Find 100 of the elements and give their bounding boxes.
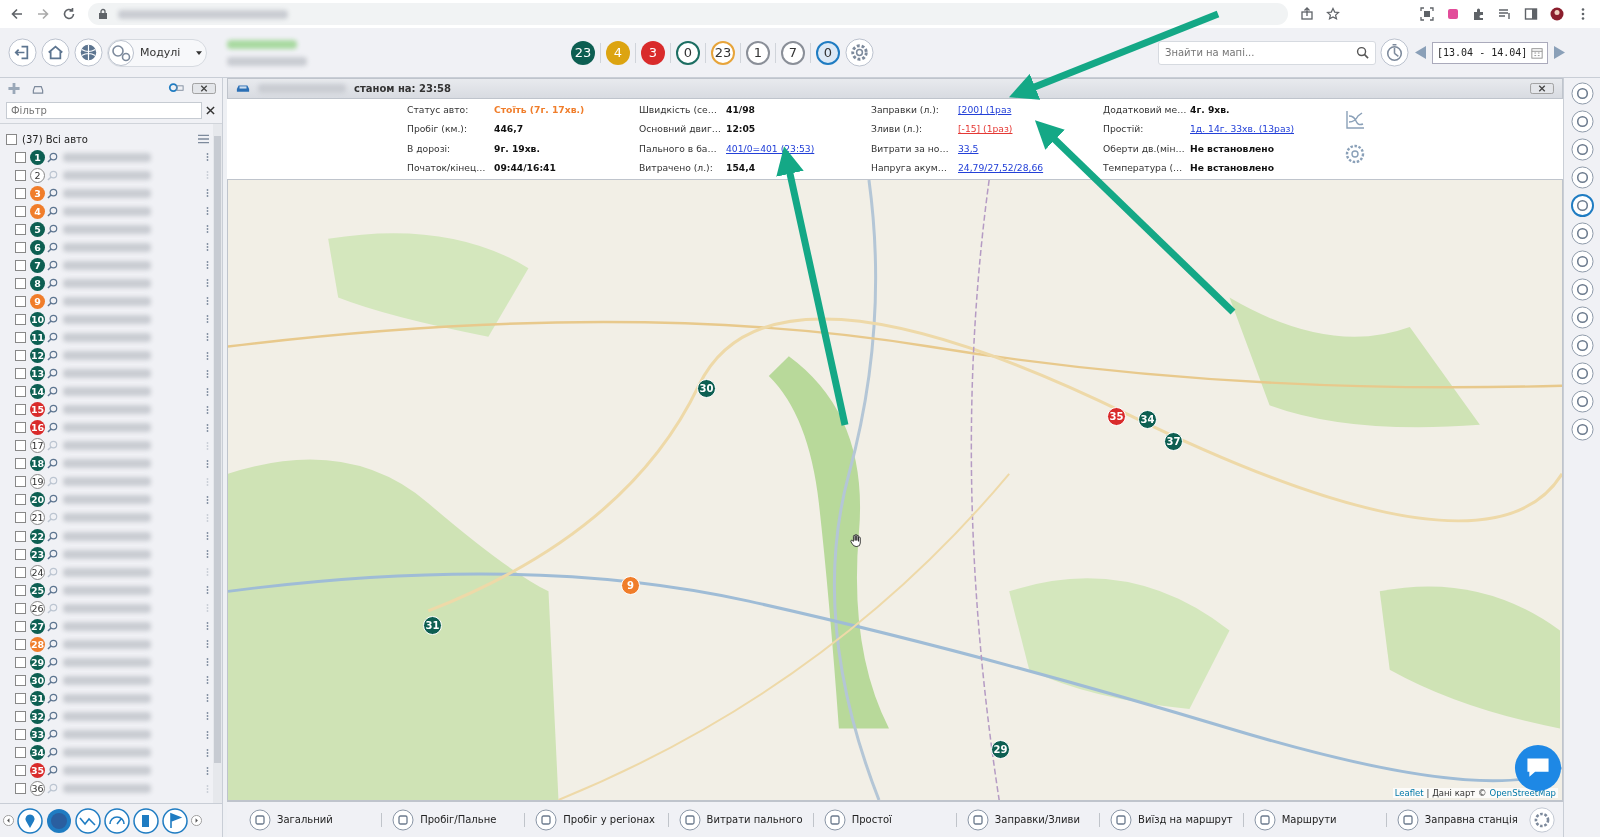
date-range-field[interactable]: [13.04 - 14.04] — [1432, 41, 1549, 64]
locate-icon[interactable] — [47, 332, 58, 343]
close-icon[interactable] — [192, 82, 216, 94]
attribution-link[interactable]: OpenStreetMap — [1489, 788, 1556, 798]
report-tab[interactable]: Загальний — [249, 808, 372, 831]
locate-icon[interactable] — [47, 584, 58, 596]
map-tool-icon[interactable] — [1570, 82, 1594, 105]
checkbox[interactable] — [15, 368, 26, 380]
more-icon[interactable] — [206, 494, 209, 505]
more-icon[interactable] — [206, 675, 209, 686]
report-tab[interactable]: Маршрути — [1253, 808, 1376, 831]
timer-icon[interactable] — [1380, 38, 1409, 67]
more-icon[interactable] — [206, 404, 209, 415]
map-tool-icon[interactable] — [1570, 110, 1594, 133]
more-icon[interactable] — [206, 549, 209, 560]
more-icon[interactable] — [206, 729, 209, 740]
map-tool-icon[interactable] — [1570, 362, 1594, 385]
locate-icon[interactable] — [47, 313, 58, 325]
report-tab[interactable]: Заправна станція — [1396, 808, 1519, 831]
more-icon[interactable] — [206, 260, 209, 271]
locate-icon[interactable] — [47, 692, 58, 704]
map-tool-icon[interactable] — [1570, 250, 1594, 273]
more-icon[interactable] — [206, 422, 209, 433]
locate-icon[interactable] — [47, 494, 58, 506]
map-search-field[interactable]: Знайти на мапі... — [1158, 40, 1376, 65]
checkbox[interactable] — [15, 295, 26, 307]
checkbox[interactable] — [15, 313, 26, 325]
checkbox[interactable] — [15, 530, 26, 542]
map-tool-icon[interactable] — [1570, 166, 1594, 189]
checkbox[interactable] — [15, 404, 26, 416]
checkbox[interactable] — [15, 692, 26, 704]
all-vehicles-label[interactable]: (37) Всі авто — [22, 133, 88, 145]
playlist-icon[interactable] — [1498, 7, 1512, 21]
report-tab[interactable]: Виїзд на маршрут — [1110, 808, 1233, 831]
locate-icon[interactable] — [47, 656, 58, 668]
speedometer-icon[interactable] — [104, 807, 130, 834]
route-icon[interactable] — [75, 807, 101, 834]
checkbox[interactable] — [15, 476, 26, 488]
checkbox[interactable] — [15, 747, 26, 759]
more-icon[interactable] — [206, 458, 209, 469]
locate-icon[interactable] — [47, 295, 58, 307]
map-tool-icon[interactable] — [1570, 138, 1594, 161]
more-icon[interactable] — [206, 747, 209, 758]
more-icon[interactable] — [206, 242, 209, 253]
share-icon[interactable] — [1300, 7, 1314, 21]
report-tab[interactable]: Пробіг/Пальне — [392, 808, 515, 831]
locate-icon[interactable] — [47, 729, 58, 740]
field-link[interactable]: [-15] (1раз) — [958, 123, 1013, 135]
locate-icon[interactable] — [47, 259, 58, 271]
scroll-left-icon[interactable] — [3, 815, 14, 826]
globe-icon[interactable] — [74, 38, 103, 67]
checkbox[interactable] — [15, 259, 26, 271]
chart-icon[interactable] — [1345, 110, 1365, 130]
checkbox[interactable] — [15, 241, 26, 253]
more-icon[interactable] — [206, 386, 209, 397]
report-tab[interactable]: Простої — [823, 808, 946, 831]
search-icon[interactable] — [1356, 45, 1369, 59]
profile-icon[interactable] — [1550, 7, 1564, 21]
forward-icon[interactable] — [36, 7, 50, 21]
checkbox[interactable] — [15, 350, 26, 362]
checkbox[interactable] — [15, 602, 26, 614]
puzzle-icon[interactable] — [1472, 7, 1486, 21]
checkbox[interactable] — [15, 638, 26, 650]
locate-icon[interactable] — [47, 151, 58, 163]
checkbox[interactable] — [15, 512, 26, 524]
map-tool-icon[interactable] — [1570, 194, 1594, 217]
settings-icon[interactable] — [1529, 806, 1555, 833]
more-icon[interactable] — [206, 314, 209, 325]
previous-icon[interactable] — [1415, 46, 1426, 59]
status-counter[interactable]: 1 — [746, 40, 770, 65]
checkbox[interactable] — [15, 566, 26, 578]
locate-icon[interactable] — [47, 241, 58, 253]
settings-icon[interactable] — [1345, 144, 1365, 164]
locate-icon[interactable] — [47, 223, 58, 235]
reload-icon[interactable] — [62, 7, 76, 21]
checkbox[interactable] — [15, 765, 26, 777]
checkbox[interactable] — [15, 674, 26, 686]
field-link[interactable]: 24,79/27,52/28,66 — [958, 162, 1044, 174]
checkbox[interactable] — [15, 169, 26, 181]
home-icon[interactable] — [41, 38, 70, 67]
checkbox[interactable] — [15, 620, 26, 632]
locate-icon[interactable] — [47, 548, 58, 560]
locate-icon[interactable] — [47, 747, 58, 759]
sidepanel-icon[interactable] — [1524, 7, 1538, 21]
locate-icon[interactable] — [47, 638, 58, 650]
scroll-right-icon[interactable] — [191, 815, 202, 826]
more-icon[interactable] — [206, 224, 209, 235]
locate-icon[interactable] — [47, 530, 58, 542]
checkbox[interactable] — [15, 584, 26, 596]
flag-icon[interactable] — [162, 807, 188, 834]
report-tab[interactable]: Витрати пального — [678, 808, 803, 831]
checkbox[interactable] — [15, 422, 26, 434]
more-icon[interactable] — [206, 765, 209, 776]
map-tool-icon[interactable] — [1570, 418, 1594, 441]
locate-icon[interactable] — [47, 710, 58, 722]
locate-icon[interactable] — [47, 277, 58, 289]
status-counter[interactable]: 7 — [781, 40, 805, 65]
field-link[interactable]: [200] (1раз — [958, 104, 1012, 116]
more-icon[interactable] — [206, 332, 209, 343]
exit-icon[interactable] — [8, 38, 37, 67]
